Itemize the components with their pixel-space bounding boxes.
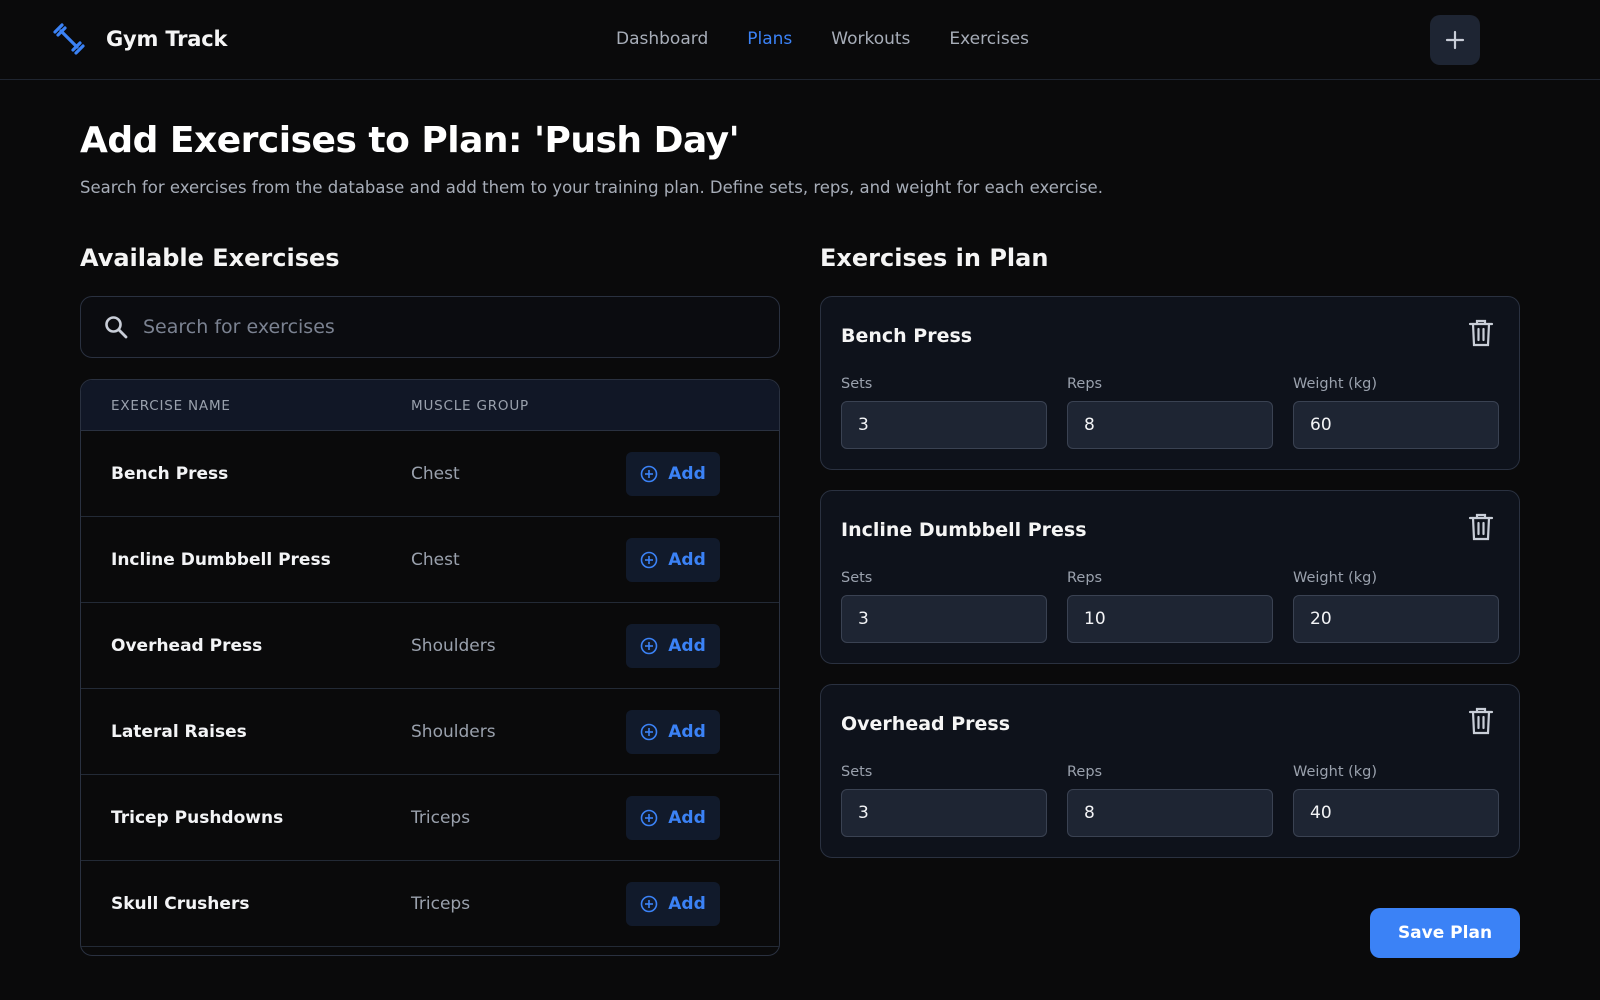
plus-circle-icon (640, 551, 658, 569)
table-row: Lateral Raises Shoulders Add (81, 689, 779, 775)
muscle-group: Shoulders (411, 722, 496, 742)
reps-label: Reps (1067, 764, 1103, 780)
muscle-group: Triceps (411, 808, 471, 828)
plan-exercise-name: Overhead Press (841, 713, 1011, 735)
muscle-group: Triceps (411, 894, 471, 914)
reps-input[interactable] (1067, 789, 1273, 837)
muscle-group: Chest (411, 464, 460, 484)
dumbbell-icon (52, 22, 86, 56)
exercise-name: Tricep Pushdowns (111, 808, 284, 828)
plus-circle-icon (640, 723, 658, 741)
app-name: Gym Track (106, 27, 228, 51)
plan-exercise-card: Overhead Press Sets Reps Weight (kg) (820, 684, 1520, 858)
weight-input[interactable] (1293, 401, 1499, 449)
page-subtitle: Search for exercises from the database a… (80, 178, 1103, 197)
muscle-group: Shoulders (411, 636, 496, 656)
column-header-exercise-name: EXERCISE NAME (111, 398, 231, 414)
search-icon (105, 316, 128, 339)
search-input[interactable] (143, 307, 779, 347)
exercise-name: Incline Dumbbell Press (111, 550, 331, 570)
exercise-name: Overhead Press (111, 636, 263, 656)
plus-circle-icon (640, 809, 658, 827)
plan-exercise-name: Incline Dumbbell Press (841, 519, 1087, 541)
top-navbar: Gym Track Dashboard Plans Workouts Exerc… (0, 0, 1600, 80)
add-exercise-button[interactable]: Add (626, 538, 720, 582)
remove-exercise-button[interactable] (1467, 513, 1495, 543)
add-button-label: Add (668, 464, 706, 484)
trash-icon (1468, 319, 1494, 347)
add-button-label: Add (668, 808, 706, 828)
column-header-muscle-group: MUSCLE GROUP (411, 398, 529, 414)
available-exercises-heading: Available Exercises (80, 244, 340, 272)
search-box (80, 296, 780, 358)
page-title: Add Exercises to Plan: 'Push Day' (80, 120, 740, 161)
reps-label: Reps (1067, 570, 1103, 586)
table-row: Overhead Press Shoulders Add (81, 603, 779, 689)
add-button-label: Add (668, 894, 706, 914)
remove-exercise-button[interactable] (1467, 707, 1495, 737)
weight-input[interactable] (1293, 789, 1499, 837)
plus-circle-icon (640, 895, 658, 913)
weight-label: Weight (kg) (1293, 570, 1378, 586)
sets-input[interactable] (841, 401, 1047, 449)
nav-dashboard[interactable]: Dashboard (616, 29, 708, 49)
weight-input[interactable] (1293, 595, 1499, 643)
add-exercise-button[interactable]: Add (626, 710, 720, 754)
remove-exercise-button[interactable] (1467, 319, 1495, 349)
main-nav: Dashboard Plans Workouts Exercises (616, 29, 1068, 49)
add-button-label: Add (668, 722, 706, 742)
exercise-name: Bench Press (111, 464, 229, 484)
nav-exercises[interactable]: Exercises (949, 29, 1029, 49)
plan-exercise-name: Bench Press (841, 325, 973, 347)
add-exercise-button[interactable]: Add (626, 624, 720, 668)
exercise-name: Lateral Raises (111, 722, 247, 742)
table-row: Skull Crushers Triceps Add (81, 861, 779, 947)
add-button-label: Add (668, 550, 706, 570)
sets-label: Sets (841, 764, 873, 780)
exercise-table: EXERCISE NAME MUSCLE GROUP Bench Press C… (80, 379, 780, 956)
save-plan-button[interactable]: Save Plan (1370, 908, 1520, 958)
sets-input[interactable] (841, 595, 1047, 643)
table-row: Tricep Pushdowns Triceps Add (81, 775, 779, 861)
trash-icon (1468, 707, 1494, 735)
weight-label: Weight (kg) (1293, 376, 1378, 392)
exercises-in-plan-heading: Exercises in Plan (820, 244, 1049, 272)
table-header: EXERCISE NAME MUSCLE GROUP (81, 380, 779, 431)
plus-icon (1445, 30, 1465, 50)
nav-plans[interactable]: Plans (747, 29, 792, 49)
table-row: Incline Dumbbell Press Chest Add (81, 517, 779, 603)
add-exercise-button[interactable]: Add (626, 882, 720, 926)
muscle-group: Chest (411, 550, 460, 570)
sets-input[interactable] (841, 789, 1047, 837)
exercise-name: Skull Crushers (111, 894, 250, 914)
add-exercise-button[interactable]: Add (626, 452, 720, 496)
table-row: Bench Press Chest Add (81, 431, 779, 517)
add-button-label: Add (668, 636, 706, 656)
sets-label: Sets (841, 376, 873, 392)
sets-label: Sets (841, 570, 873, 586)
reps-input[interactable] (1067, 595, 1273, 643)
brand[interactable]: Gym Track (52, 22, 227, 56)
trash-icon (1468, 513, 1494, 541)
plan-exercise-card: Incline Dumbbell Press Sets Reps Weight … (820, 490, 1520, 664)
add-exercise-button[interactable]: Add (626, 796, 720, 840)
reps-label: Reps (1067, 376, 1103, 392)
weight-label: Weight (kg) (1293, 764, 1378, 780)
new-button[interactable] (1430, 15, 1480, 65)
plus-circle-icon (640, 465, 658, 483)
plus-circle-icon (640, 637, 658, 655)
nav-workouts[interactable]: Workouts (831, 29, 910, 49)
reps-input[interactable] (1067, 401, 1273, 449)
plan-exercise-card: Bench Press Sets Reps Weight (kg) (820, 296, 1520, 470)
